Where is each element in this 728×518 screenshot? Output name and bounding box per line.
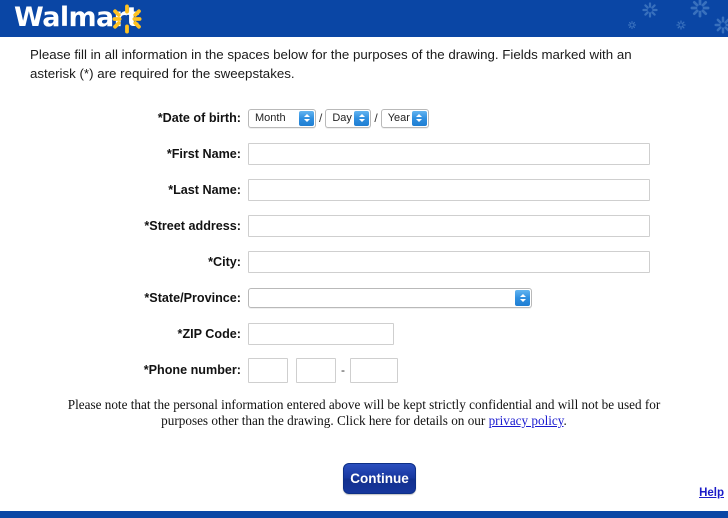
footer-bar [0, 511, 728, 518]
label-city: *City: [208, 255, 241, 269]
last-name-input[interactable] [248, 179, 650, 201]
dob-year-select[interactable]: Year [380, 108, 429, 128]
dob-year-value: Year [387, 112, 410, 124]
dob-month-value: Month [255, 112, 286, 124]
dob-day-value: Day [332, 112, 352, 124]
intro-instructions: Please fill in all information in the sp… [30, 47, 632, 81]
continue-button[interactable]: Continue [343, 463, 416, 494]
form-row-state-province: *State/Province: [0, 280, 728, 316]
form-row-city: *City: [0, 244, 728, 280]
dob-separator-1: / [319, 111, 323, 125]
phone-area-code-input[interactable] [248, 357, 288, 383]
form-row-date-of-birth: *Date of birth: Month / Day / Year [0, 100, 728, 136]
privacy-note-text-after: . [563, 413, 567, 428]
chevron-updown-icon[interactable] [515, 290, 530, 306]
dob-separator-2: / [374, 111, 378, 125]
help-link[interactable]: Help [699, 487, 724, 499]
form-row-phone-number: *Phone number: - [0, 352, 728, 388]
phone-separator: - [341, 363, 345, 377]
chevron-updown-icon[interactable] [411, 110, 427, 126]
city-input[interactable] [248, 251, 650, 273]
dob-day-select[interactable]: Day [325, 108, 372, 128]
label-last-name: *Last Name: [168, 183, 241, 197]
privacy-policy-link[interactable]: privacy policy [489, 413, 564, 428]
chevron-updown-icon[interactable] [299, 110, 314, 126]
form-row-first-name: *First Name: [0, 136, 728, 172]
state-province-select[interactable] [248, 288, 532, 308]
site-header-banner: Walmart [0, 0, 728, 37]
label-date-of-birth: *Date of birth: [157, 111, 241, 125]
privacy-note: Please note that the personal informatio… [64, 397, 664, 429]
chevron-updown-icon[interactable] [354, 110, 370, 126]
form-row-last-name: *Last Name: [0, 172, 728, 208]
phone-line-number-input[interactable] [350, 357, 398, 383]
label-state-province: *State/Province: [144, 291, 241, 305]
zip-code-input[interactable] [248, 323, 394, 345]
banner-sparkle-decoration [627, 0, 728, 34]
label-phone-number: *Phone number: [143, 363, 241, 377]
form-row-street-address: *Street address: [0, 208, 728, 244]
phone-prefix-input[interactable] [296, 357, 336, 383]
dob-month-select[interactable]: Month [248, 108, 316, 128]
label-street-address: *Street address: [144, 219, 241, 233]
label-first-name: *First Name: [166, 147, 241, 161]
first-name-input[interactable] [248, 143, 650, 165]
sweepstakes-form: *Date of birth: Month / Day / Year *Firs… [0, 100, 728, 388]
privacy-note-text-before: Please note that the personal informatio… [67, 397, 661, 428]
form-row-zip-code: *ZIP Code: [0, 316, 728, 352]
spark-starburst-icon [112, 4, 142, 34]
street-address-input[interactable] [248, 215, 650, 237]
label-zip-code: *ZIP Code: [177, 327, 241, 341]
